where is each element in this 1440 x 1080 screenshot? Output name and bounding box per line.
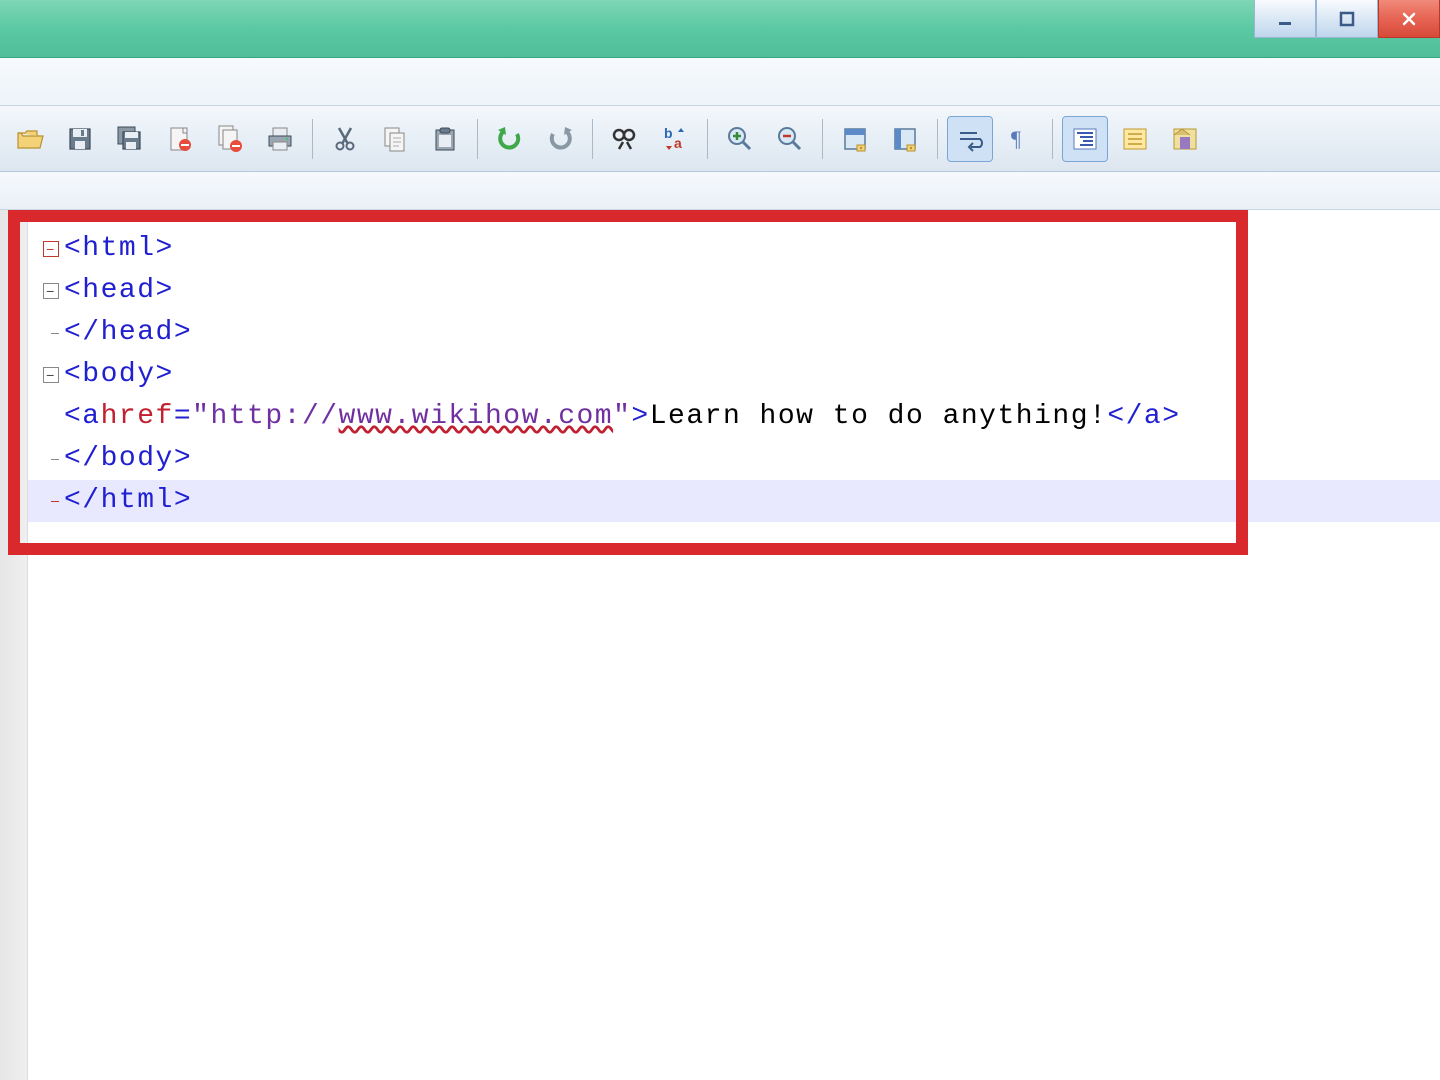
redo-icon[interactable] [538,117,582,161]
fold-gutter[interactable]: − [38,241,64,257]
code-token: href [101,396,174,438]
code-token: <a [64,396,101,438]
zoom-in-icon[interactable] [718,117,762,161]
save-icon[interactable] [58,117,102,161]
editor[interactable]: − <html> − <head> </head> [0,210,1440,1080]
close-file-icon[interactable] [158,117,202,161]
fold-gutter[interactable]: − [38,367,64,383]
code-token: Learn how to do anything! [650,396,1108,438]
code-token: = [174,396,192,438]
code-token: </body> [64,438,192,480]
svg-text:¶: ¶ [1011,126,1021,151]
toolbar-separator [592,119,593,159]
titlebar [0,0,1440,58]
code-token: <html> [64,228,174,270]
find-replace-icon[interactable]: ba [653,117,697,161]
code-line[interactable]: − <body> [28,354,1440,396]
minimize-button[interactable] [1254,0,1316,38]
code-line[interactable]: − <html> [28,228,1440,270]
print-icon[interactable] [258,117,302,161]
zoom-out-icon[interactable] [768,117,812,161]
code-token: > [631,396,649,438]
cut-icon[interactable] [323,117,367,161]
tab-bar [0,172,1440,210]
toolbar-separator [822,119,823,159]
code-token: www.wikihow.com [339,396,614,438]
code-line[interactable]: <a href = "http://www.wikihow.com" > Lea… [28,396,1440,438]
maximize-button[interactable] [1316,0,1378,38]
toolbar-separator [937,119,938,159]
code-token: </head> [64,312,192,354]
toolbar-separator [707,119,708,159]
toolbar: ba ¶ [0,106,1440,172]
toolbar-separator [477,119,478,159]
code-token: <body> [64,354,174,396]
window-controls [1254,0,1440,38]
code-line[interactable]: − <head> [28,270,1440,312]
code-line[interactable]: </body> [28,438,1440,480]
code-token: <head> [64,270,174,312]
menubar [0,58,1440,106]
sync-vertical-icon[interactable] [833,117,877,161]
fold-toggle-icon[interactable]: − [43,241,59,257]
function-list-icon[interactable] [1113,117,1157,161]
code-area[interactable]: − <html> − <head> </head> [28,210,1440,522]
line-number-gutter [0,210,28,1080]
folder-view-icon[interactable] [1163,117,1207,161]
close-button[interactable] [1378,0,1440,38]
undo-icon[interactable] [488,117,532,161]
code-token: "http:// [192,396,338,438]
toolbar-separator [312,119,313,159]
svg-text:a: a [674,135,682,151]
show-all-chars-icon[interactable]: ¶ [998,117,1042,161]
paste-icon[interactable] [423,117,467,161]
indent-guide-icon[interactable] [1063,117,1107,161]
fold-toggle-icon[interactable]: − [43,367,59,383]
toolbar-separator [1052,119,1053,159]
svg-text:b: b [664,125,673,141]
code-token: </a> [1107,396,1180,438]
code-line[interactable]: </html> [28,480,1440,522]
sync-horizontal-icon[interactable] [883,117,927,161]
code-line[interactable]: </head> [28,312,1440,354]
copy-icon[interactable] [373,117,417,161]
find-icon[interactable] [603,117,647,161]
word-wrap-icon[interactable] [948,117,992,161]
code-token: " [613,396,631,438]
open-icon[interactable] [8,117,52,161]
fold-toggle-icon[interactable]: − [43,283,59,299]
save-all-icon[interactable] [108,117,152,161]
fold-gutter[interactable]: − [38,283,64,299]
close-all-icon[interactable] [208,117,252,161]
code-token: </html> [64,480,192,522]
